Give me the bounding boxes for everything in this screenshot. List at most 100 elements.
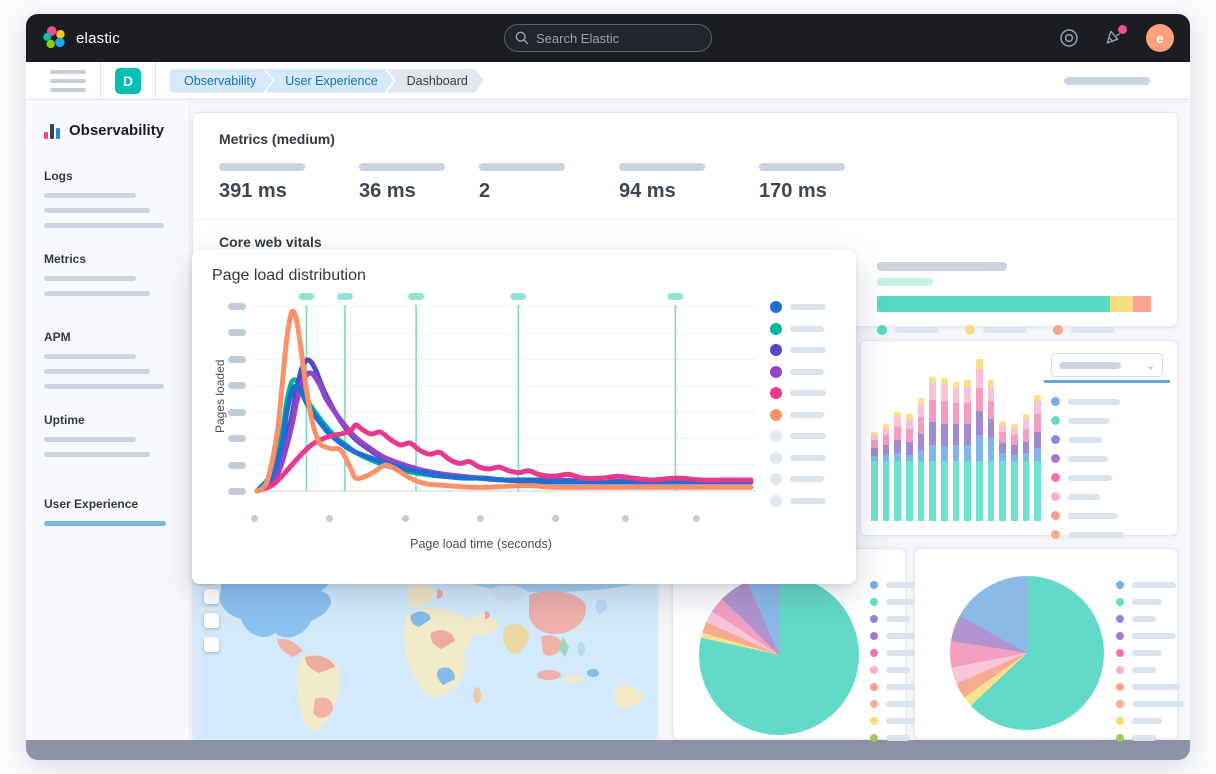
legend-item[interactable] <box>1051 492 1167 501</box>
legend-item[interactable] <box>1116 649 1184 657</box>
legend-item[interactable] <box>1116 615 1184 623</box>
legend-item[interactable] <box>1116 632 1184 640</box>
divider <box>193 219 1177 220</box>
stacked-bar[interactable] <box>976 359 983 521</box>
bar-segment <box>929 383 936 399</box>
stacked-bar[interactable] <box>1034 395 1041 521</box>
legend-item[interactable] <box>1051 473 1167 482</box>
legend-label-placeholder <box>1068 437 1102 443</box>
nav-label-logs[interactable]: Logs <box>44 169 171 183</box>
legend-label-placeholder <box>1132 582 1176 588</box>
space-avatar[interactable]: D <box>115 68 141 94</box>
menu-toggle-button[interactable] <box>50 70 86 92</box>
global-search[interactable] <box>504 24 712 52</box>
bar-segment <box>999 461 1006 521</box>
help-menu-icon[interactable] <box>1058 27 1080 49</box>
bar-segment <box>988 419 995 438</box>
breadcrumb-observability[interactable]: Observability <box>170 69 272 93</box>
stacked-bar[interactable] <box>894 412 901 521</box>
nav-label-user-experience[interactable]: User Experience <box>44 497 171 511</box>
legend-item[interactable] <box>1051 454 1167 463</box>
nav-label-metrics[interactable]: Metrics <box>44 252 171 266</box>
x-axis-label: Page load time (seconds) <box>212 537 750 551</box>
stacked-bar[interactable] <box>941 378 948 521</box>
legend-item[interactable] <box>1116 683 1184 691</box>
tick-placeholder <box>402 515 409 522</box>
stacked-bar[interactable] <box>999 421 1006 521</box>
top-navigation-bar: elastic e <box>26 14 1190 62</box>
skeleton-line <box>44 223 164 228</box>
legend-item[interactable] <box>1116 700 1184 708</box>
legend-color-dot <box>1116 717 1124 725</box>
legend-item[interactable] <box>1051 511 1167 520</box>
map-zoom-button[interactable] <box>204 613 219 628</box>
user-avatar[interactable]: e <box>1146 24 1174 52</box>
legend-item[interactable] <box>1116 581 1184 589</box>
select-value-placeholder <box>1059 362 1121 369</box>
stacked-bar[interactable] <box>906 414 913 521</box>
observability-icon <box>44 123 60 139</box>
pie-chart-right[interactable] <box>950 576 1104 730</box>
stacked-bar[interactable] <box>988 380 995 521</box>
bar-segment <box>871 448 878 456</box>
elastic-brand[interactable]: elastic <box>42 25 120 51</box>
stacked-bar[interactable] <box>883 424 890 521</box>
legend-label-placeholder <box>790 326 824 332</box>
stacked-bar[interactable] <box>918 398 925 521</box>
legend-item[interactable] <box>1051 435 1167 444</box>
legend-item[interactable] <box>1116 734 1184 742</box>
breakdown-select[interactable]: ⌄ <box>1051 353 1163 377</box>
legend-item[interactable] <box>770 323 836 335</box>
nav-label-apm[interactable]: APM <box>44 330 171 344</box>
stacked-bar[interactable] <box>871 432 878 521</box>
sidebar-item-uptime: Uptime <box>44 413 171 457</box>
legend-item[interactable] <box>1116 717 1184 725</box>
legend-item[interactable] <box>1051 416 1167 425</box>
brand-name: elastic <box>76 30 120 47</box>
legend-item[interactable] <box>1116 598 1184 606</box>
search-input[interactable] <box>536 31 686 46</box>
nav-placeholder-lines <box>44 276 171 296</box>
map-zoom-button[interactable] <box>204 637 219 652</box>
legend-color-dot <box>770 409 782 421</box>
nav-active-line <box>44 521 171 526</box>
legend-color-dot <box>770 323 782 335</box>
breadcrumb-dashboard[interactable]: Dashboard <box>387 69 484 93</box>
legend-color-dot <box>870 683 878 691</box>
legend-item[interactable] <box>770 344 836 356</box>
legend-item[interactable] <box>770 366 836 378</box>
legend-item[interactable] <box>770 409 836 421</box>
stacked-bar[interactable] <box>1023 414 1030 521</box>
nav-label-uptime[interactable]: Uptime <box>44 413 171 427</box>
bar-segment <box>1023 419 1030 429</box>
bar-segment <box>883 461 890 521</box>
map-zoom-button[interactable] <box>204 589 219 604</box>
bar-segment <box>953 445 960 461</box>
bar-segment <box>929 461 936 521</box>
newsfeed-bell-icon[interactable] <box>1102 27 1124 49</box>
legend-item[interactable] <box>1116 666 1184 674</box>
bar-segment <box>929 445 936 461</box>
stacked-bar-chart[interactable] <box>871 355 1041 521</box>
metric-value: 94 ms <box>619 180 759 203</box>
legend-color-dot <box>1116 649 1124 657</box>
stacked-bar[interactable] <box>929 377 936 521</box>
line-chart[interactable] <box>254 293 760 507</box>
core-web-vitals-bar[interactable] <box>877 296 1151 312</box>
stacked-bar[interactable] <box>1011 424 1018 521</box>
pie-chart-left[interactable] <box>699 575 859 735</box>
divider <box>155 62 156 100</box>
legend-color-dot <box>1116 683 1124 691</box>
chevron-down-icon: ⌄ <box>1146 359 1155 372</box>
legend-item[interactable] <box>770 387 836 399</box>
legend-item <box>770 452 836 464</box>
legend-item[interactable] <box>1051 530 1167 539</box>
breadcrumb-user-experience[interactable]: User Experience <box>265 69 393 93</box>
legend-item[interactable] <box>1051 397 1167 406</box>
stacked-bar[interactable] <box>964 380 971 521</box>
legend-color-dot <box>770 495 782 507</box>
legend-color-dot <box>870 598 878 606</box>
stacked-bar[interactable] <box>953 382 960 521</box>
legend-label-placeholder <box>790 476 824 482</box>
legend-item[interactable] <box>770 301 836 313</box>
